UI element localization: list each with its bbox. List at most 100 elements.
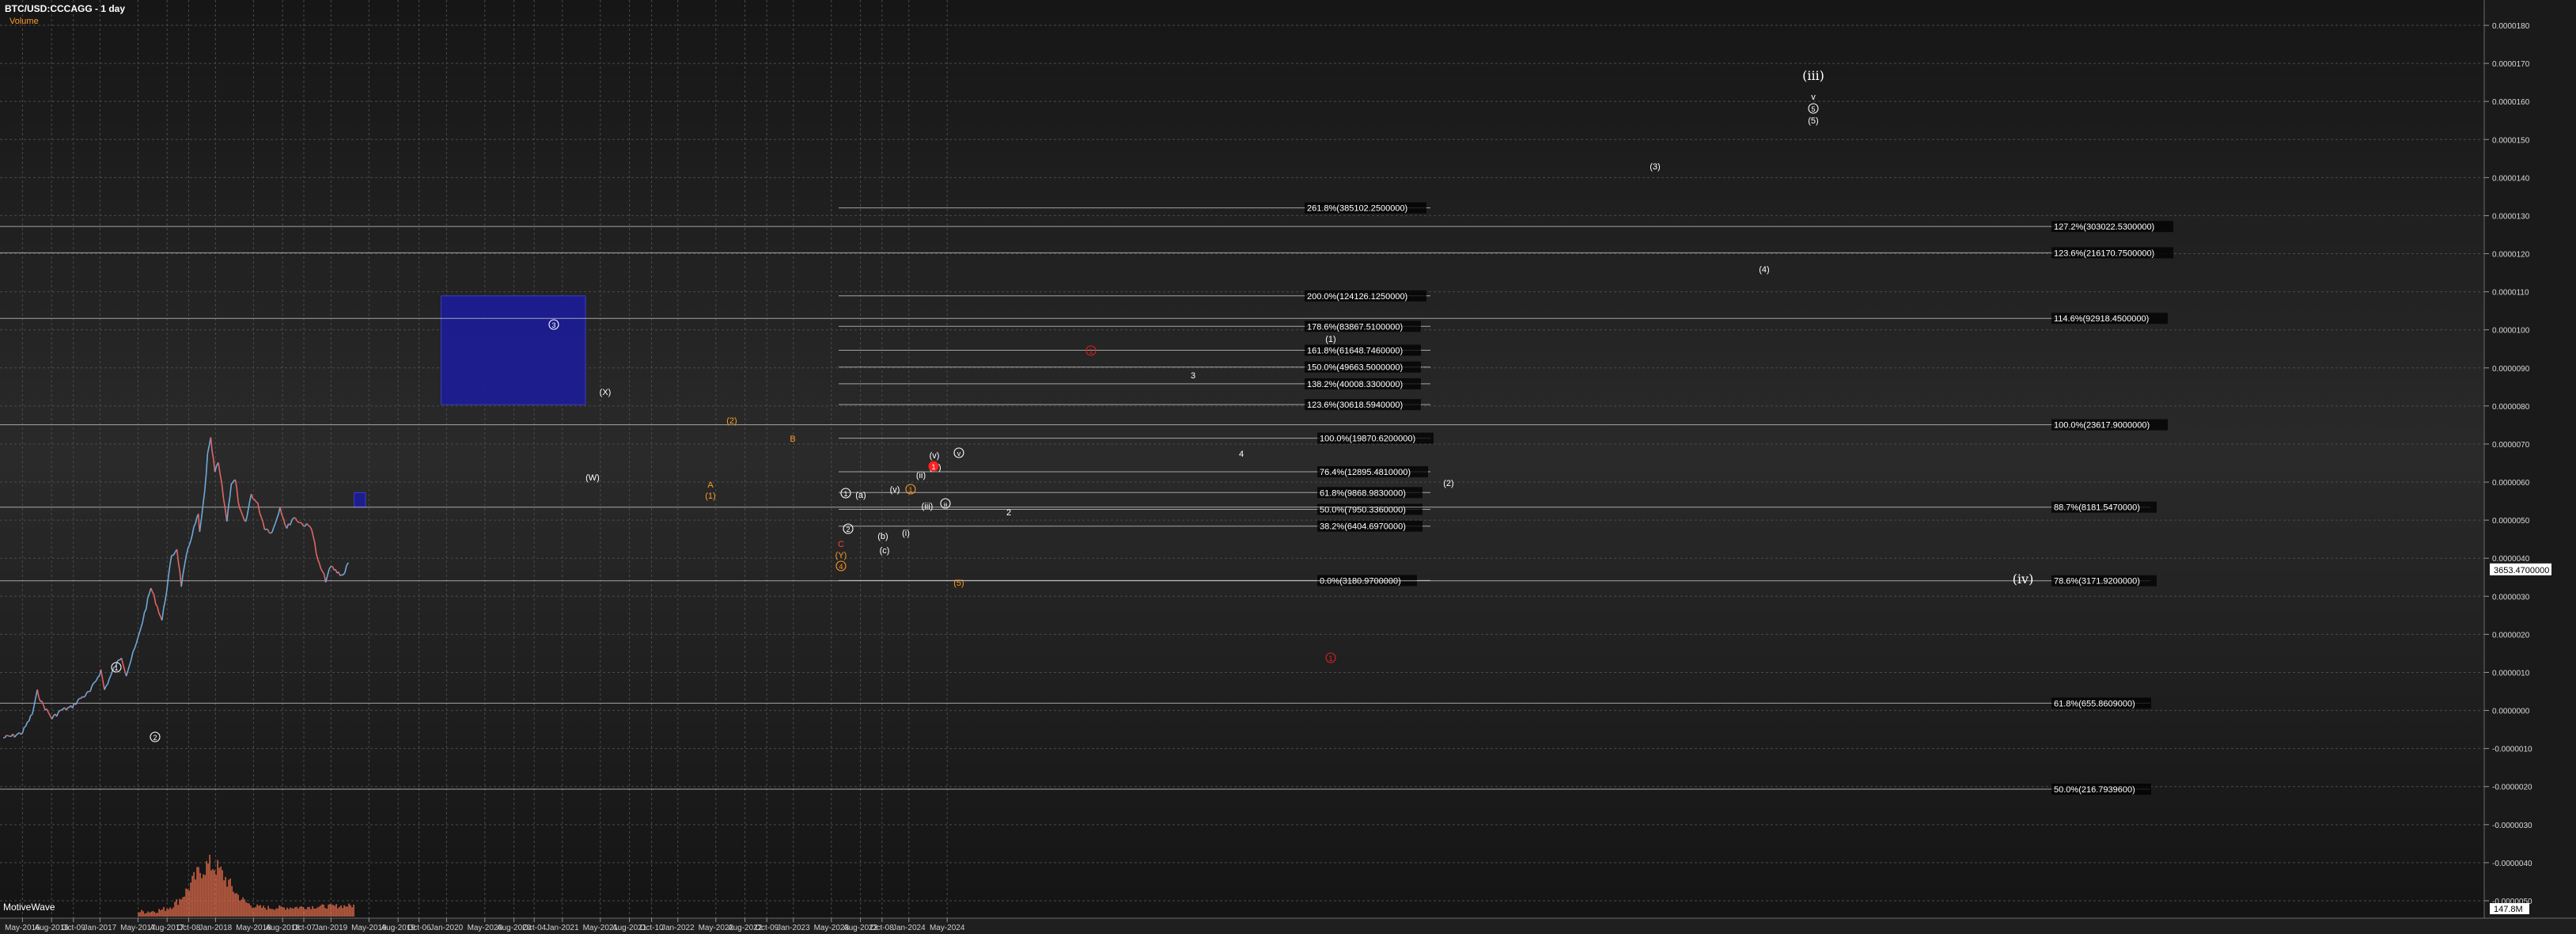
volume-bar	[288, 909, 290, 917]
fib-level-label: 0.0%(3180.9700000)	[1320, 576, 1401, 586]
volume-bar	[343, 905, 345, 917]
fib-level-label: 76.4%(12895.4810000)	[1320, 468, 1411, 477]
wave-label: (X)	[600, 388, 612, 397]
current-price-badge[interactable]: 3653.4700000	[2490, 563, 2551, 575]
price-axis-label: 0.0000000	[2492, 708, 2530, 716]
wave-label: 1	[931, 463, 935, 471]
volume-indicator-label[interactable]: Volume	[9, 17, 39, 26]
wave-label: (1)	[1325, 335, 1335, 344]
volume-bar	[172, 907, 174, 917]
volume-bar	[321, 904, 323, 917]
price-axis-label: 0.0000040	[2492, 555, 2530, 564]
volume-bar	[201, 878, 203, 917]
volume-bar	[250, 906, 252, 917]
volume-bar	[259, 905, 261, 917]
volume-bar	[297, 908, 299, 917]
price-axis-label: 0.0000080	[2492, 403, 2530, 412]
volume-bar	[307, 906, 309, 917]
volume-bar	[223, 880, 225, 917]
volume-bar	[272, 909, 274, 917]
volume-bar	[318, 906, 320, 917]
wave-label: B	[790, 435, 795, 444]
volume-bar	[286, 907, 288, 917]
wave-label: 1	[114, 664, 118, 672]
volume-bar	[266, 909, 267, 917]
volume-bar	[188, 890, 190, 917]
volume-bar	[180, 899, 182, 917]
volume-max-badge[interactable]: 147.8M	[2490, 903, 2529, 914]
volume-bar	[315, 908, 316, 917]
time-axis-label: Jan-2018	[199, 924, 233, 932]
fib-level-label: 114.6%(92918.4500000)	[2054, 314, 2149, 324]
price-chart[interactable]: 261.8%(385102.2500000) 200.0%(124126.1250…	[0, 0, 2576, 934]
volume-bar	[337, 908, 339, 917]
fib-level-label: 50.0%(216.7939600)	[2054, 785, 2135, 795]
volume-bar	[255, 907, 256, 917]
volume-bar	[294, 907, 296, 917]
wave-label: (Y)	[835, 551, 847, 560]
volume-bar	[258, 906, 259, 917]
volume-bar	[340, 905, 342, 917]
wave-label: v	[1811, 93, 1816, 102]
fib-level-label: 138.2%(40008.3300000)	[1307, 380, 1403, 389]
volume-bar	[351, 907, 353, 917]
wave-label: (iv)	[2013, 571, 2034, 587]
chart-title: BTC/USD:CCCAGG - 1 day	[5, 3, 125, 14]
volume-bar	[142, 911, 144, 917]
volume-bar	[239, 900, 241, 917]
volume-bar	[153, 911, 155, 917]
volume-bar	[335, 904, 337, 917]
plot-background	[0, 0, 2484, 918]
volume-bar	[226, 887, 228, 917]
volume-bar	[168, 909, 169, 917]
volume-bar	[324, 908, 326, 917]
wave-label: C	[838, 540, 844, 549]
time-axis-label: Jan-2024	[892, 924, 926, 932]
volume-bar	[274, 909, 275, 917]
wave-label: 4	[839, 563, 843, 571]
time-axis-label: Jan-2022	[661, 924, 695, 932]
volume-bar	[218, 868, 220, 917]
time-axis-label: Oct-09	[755, 924, 778, 932]
wave-label: 5	[1811, 105, 1815, 113]
price-axis-label: 0.0000100	[2492, 327, 2530, 336]
volume-bar	[323, 904, 324, 917]
volume-bar	[285, 909, 286, 917]
volume-bar	[229, 879, 231, 917]
time-axis-label: Jan-2017	[84, 924, 117, 932]
volume-bar	[291, 908, 293, 917]
volume-bar	[231, 886, 233, 917]
volume-bar	[237, 894, 239, 917]
volume-bar	[247, 903, 248, 917]
price-axis-label: -0.0000030	[2492, 822, 2532, 830]
wave-label: (5)	[1808, 116, 1818, 126]
price-axis-label: 0.0000020	[2492, 631, 2530, 640]
volume-bar	[353, 904, 354, 917]
volume-bar	[234, 894, 236, 917]
price-axis-label: 0.0000150	[2492, 136, 2530, 145]
chart-window[interactable]: 261.8%(385102.2500000) 200.0%(124126.1250…	[0, 0, 2576, 934]
wave-label: (iii)	[1802, 68, 1824, 83]
volume-bar	[293, 908, 294, 917]
fib-level-label: 261.8%(385102.2500000)	[1307, 204, 1407, 214]
fib-level-label: 178.6%(83867.5100000)	[1307, 322, 1403, 332]
volume-bar	[242, 897, 244, 917]
volume-bar	[248, 903, 250, 917]
volume-bar	[305, 909, 307, 917]
volume-bar	[329, 903, 331, 917]
wave-label: (ii)	[916, 471, 926, 480]
volume-bar	[334, 906, 335, 917]
volume-bar	[199, 872, 201, 917]
price-axis-label: 0.0000120	[2492, 251, 2530, 260]
volume-bar	[212, 868, 214, 917]
volume-bar	[191, 875, 193, 917]
volume-bar	[277, 908, 278, 917]
price-axis-label: 0.0000130	[2492, 212, 2530, 221]
wave-label: (a)	[855, 491, 866, 500]
wave-label: (5)	[953, 579, 964, 588]
price-segment	[300, 522, 303, 525]
time-axis-label: May-2024	[930, 924, 965, 932]
volume-bar	[217, 860, 218, 917]
time-axis-label: Oct-10	[640, 924, 664, 932]
volume-bar	[163, 906, 165, 917]
